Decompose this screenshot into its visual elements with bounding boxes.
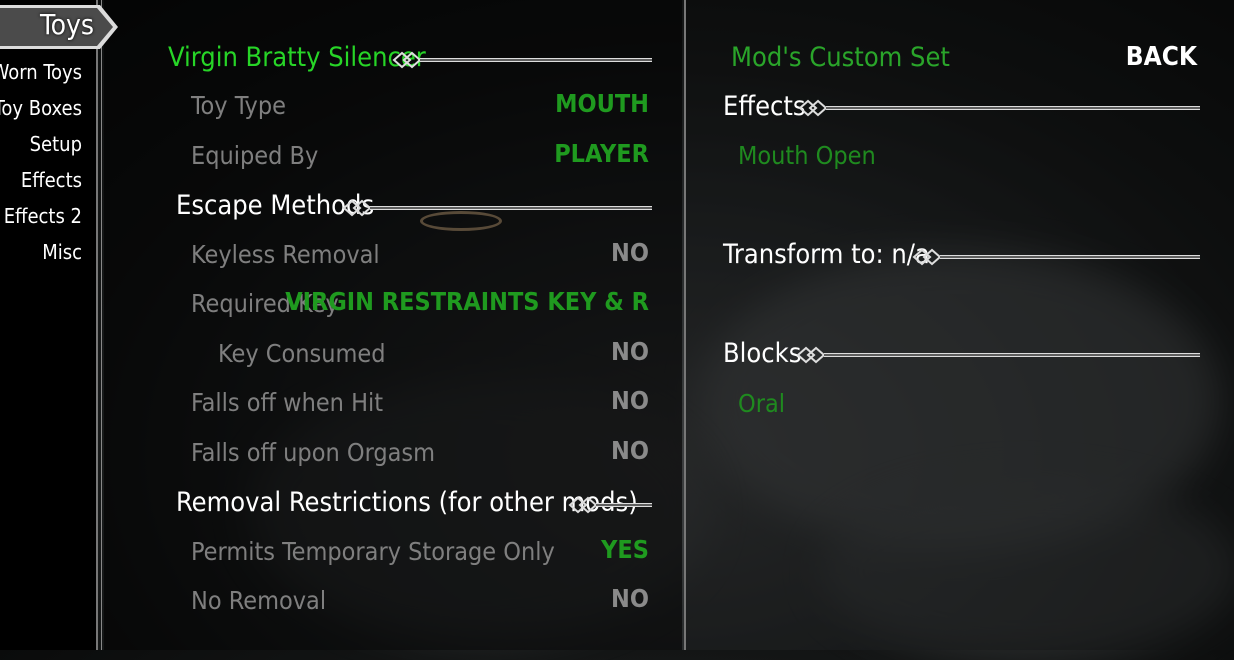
equiped-by-label: Equiped By [191,141,319,170]
falls-off-orgasm-value[interactable]: NO [611,436,649,465]
toy-type-label: Toy Type [191,91,286,120]
nav-item-setup[interactable]: Setup [30,132,82,156]
nav-item-toy-boxes[interactable]: Toy Boxes [0,96,82,120]
falls-off-hit-label: Falls off when Hit [191,388,384,417]
header-divider-icon [568,496,652,514]
temp-storage-value[interactable]: YES [601,535,649,564]
effect-mouth-open: Mouth Open [738,141,876,170]
falls-off-orgasm-label: Falls off upon Orgasm [191,438,436,467]
key-consumed-value[interactable]: NO [611,337,649,366]
no-removal-label: No Removal [191,586,327,615]
custom-set-label[interactable]: Mod's Custom Set [731,42,950,73]
nav-item-misc[interactable]: Misc [42,240,82,264]
nav-item-worn-toys[interactable]: Worn Toys [0,60,82,84]
blocks-header: Blocks [723,338,802,369]
ring-decoration [420,211,502,231]
divider-left-inner [101,0,102,650]
key-consumed-label: Key Consumed [218,339,386,368]
keyless-removal-label: Keyless Removal [191,240,380,269]
tab-toys[interactable]: Toys [40,8,94,41]
effects-header: Effects [723,91,806,122]
header-divider-icon [796,346,1200,364]
keyless-removal-value[interactable]: NO [611,238,649,267]
temp-storage-label: Permits Temporary Storage Only [191,537,555,566]
header-divider-icon [392,51,652,69]
block-oral: Oral [738,389,785,418]
toy-type-value[interactable]: MOUTH [555,89,649,118]
transform-header: Transform to: n/a [723,239,930,270]
nav-item-effects[interactable]: Effects [21,168,82,192]
header-divider-icon [798,99,1200,117]
no-removal-value[interactable]: NO [611,584,649,613]
header-divider-icon [912,248,1200,266]
toy-title: Virgin Bratty Silencer [168,42,426,73]
divider-center [684,0,686,650]
equiped-by-value[interactable]: PLAYER [554,139,649,168]
falls-off-hit-value[interactable]: NO [611,386,649,415]
required-key-value[interactable]: VIRGIN RESTRAINTS KEY & R [285,287,649,316]
divider-left [96,0,98,650]
back-button[interactable]: BACK [1126,42,1197,72]
header-divider-icon [342,199,652,217]
nav-item-effects-2[interactable]: Effects 2 [4,204,82,228]
